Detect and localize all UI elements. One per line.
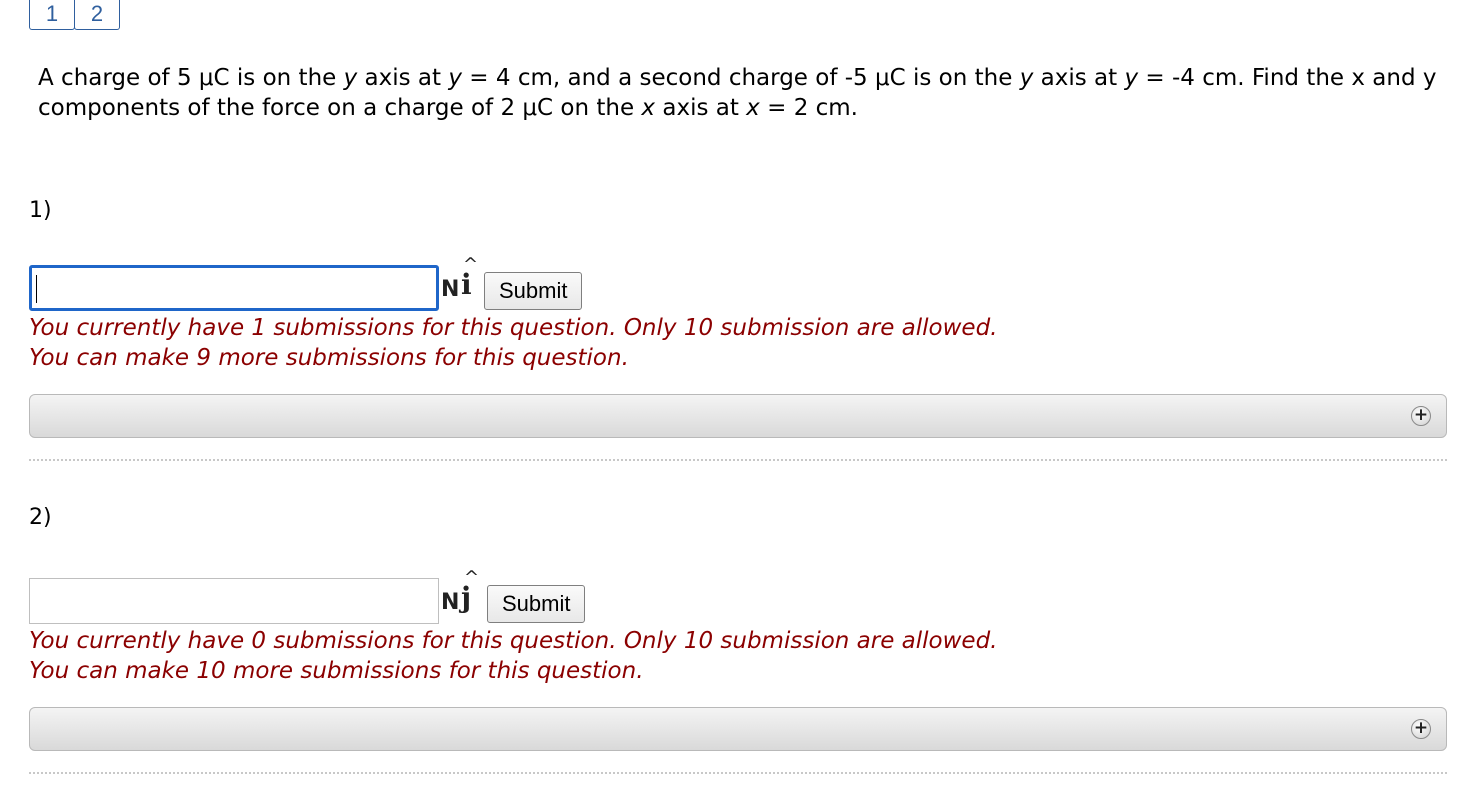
question-2-answer-input[interactable] [29,578,439,624]
text-caret [36,275,37,303]
question-2-unit: N [441,590,460,615]
question-1-submission-count: You currently have 1 submissions for thi… [29,315,998,341]
tab-part-1[interactable]: 1 [29,0,75,30]
question-1-expand-bar[interactable]: + [29,394,1447,438]
part-tabs: 1 2 [29,0,120,32]
question-2-submit-button[interactable]: Submit [487,585,586,623]
section-divider [29,459,1447,461]
question-1-unit-vector: i [461,268,472,301]
question-1-number: 1) [29,198,52,223]
section-divider [29,772,1447,774]
problem-statement: A charge of 5 μC is on the y axis at y =… [38,65,1437,121]
question-2-submissions-remaining: You can make 10 more submissions for thi… [29,658,644,684]
question-1-answer-input[interactable] [29,265,439,311]
plus-circle-icon[interactable]: + [1411,719,1431,739]
tab-part-2[interactable]: 2 [74,0,120,30]
question-2-number: 2) [29,505,52,530]
question-2-submission-count: You currently have 0 submissions for thi… [29,628,998,654]
question-2-expand-bar[interactable]: + [29,707,1447,751]
question-1-submissions-remaining: You can make 9 more submissions for this… [29,345,629,371]
question-1-submit-button[interactable]: Submit [484,272,583,310]
question-2-unit-vector: j [461,581,472,614]
question-1-unit: N [441,277,460,302]
plus-circle-icon[interactable]: + [1411,406,1431,426]
